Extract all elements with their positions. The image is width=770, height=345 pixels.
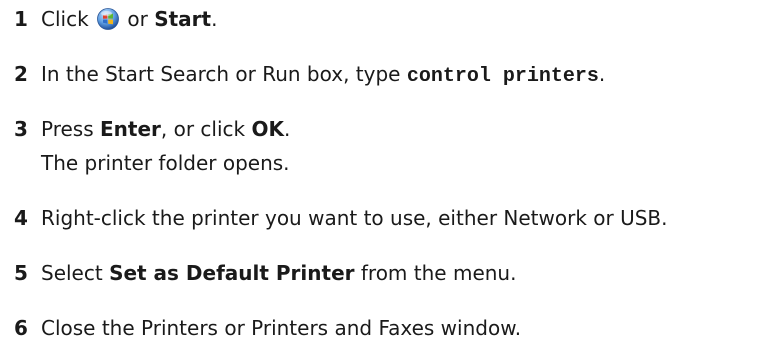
step-3: 3 Press Enter, or click OK. — [14, 117, 290, 141]
step-punct: . — [598, 62, 606, 86]
command-code: control printers — [406, 65, 599, 88]
step-text: Press — [41, 117, 94, 141]
step-number: 1 — [14, 7, 28, 31]
step-text: Right-click the printer you want to use,… — [41, 206, 668, 230]
windows-start-orb-icon — [97, 8, 119, 30]
step-text: In the Start Search or Run box, type — [41, 62, 401, 86]
step-text: Close the Printers or Printers and Faxes… — [41, 316, 522, 340]
step-4: 4 Right-click the printer you want to use… — [14, 206, 667, 230]
step-number: 5 — [14, 261, 28, 285]
enter-bold-label: Enter — [100, 117, 161, 141]
step-text-mid: , or click — [160, 117, 246, 141]
step-text: Select — [41, 261, 103, 285]
step-number: 2 — [14, 62, 28, 86]
set-default-printer-bold-label: Set as Default Printer — [109, 261, 355, 285]
step-text-post: from the menu. — [360, 261, 517, 285]
step-punct: . — [211, 7, 218, 31]
step-number: 3 — [14, 117, 28, 141]
step-2: 2 In the Start Search or Run box, type co… — [14, 62, 605, 89]
step-3-result: The printer folder opens. — [41, 151, 290, 175]
step-1: 1 Click or Start. — [14, 7, 217, 31]
ok-bold-label: OK — [251, 117, 284, 141]
step-text-or: or — [127, 7, 148, 31]
step-number: 4 — [14, 206, 28, 230]
step-6: 6 Close the Printers or Printers and Faxe… — [14, 316, 521, 340]
step-text: Click — [41, 7, 89, 31]
step-number: 6 — [14, 316, 28, 340]
start-bold-label: Start — [154, 7, 212, 31]
step-5: 5 Select Set as Default Printer from the … — [14, 261, 516, 285]
step-punct: . — [283, 117, 291, 141]
